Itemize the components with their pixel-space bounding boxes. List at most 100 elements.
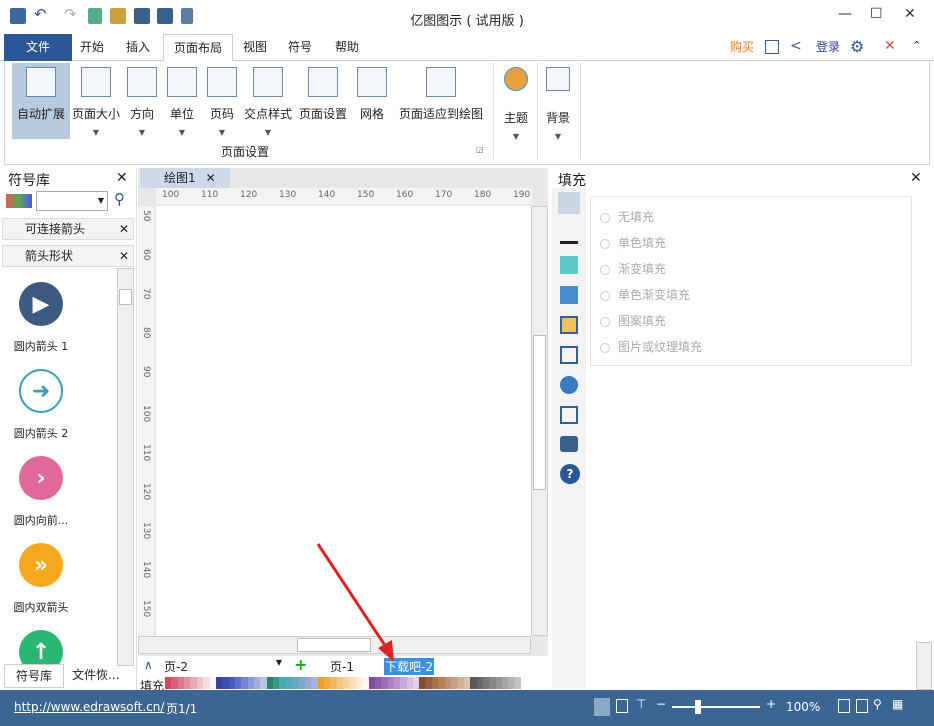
fill-option-gradient[interactable]: 渐变填充 <box>600 260 666 277</box>
settings-icon[interactable]: ⚙ <box>850 37 864 56</box>
fill-icon[interactable] <box>558 192 580 214</box>
zoom-in-button[interactable]: + <box>766 697 776 711</box>
vertical-scrollbar[interactable] <box>916 642 932 690</box>
chevron-up-icon[interactable]: ∧ <box>144 658 153 672</box>
maximize-button[interactable]: ☐ <box>870 6 883 22</box>
shadow-icon[interactable] <box>560 256 578 274</box>
page-setup-button[interactable]: 页面设置 <box>297 63 349 137</box>
zoom-out-button[interactable]: − <box>656 697 666 711</box>
grid-button[interactable]: 网格 <box>355 63 389 137</box>
close-icon[interactable]: ✕ <box>119 246 129 266</box>
fit-page-icon[interactable] <box>838 699 850 713</box>
document-tab[interactable]: 绘图1 ✕ <box>140 168 230 188</box>
login-link[interactable]: 登录 <box>806 34 850 61</box>
comment-icon[interactable] <box>560 436 578 452</box>
ruler-label: 100 <box>141 405 151 423</box>
fit-width-icon[interactable] <box>856 699 868 713</box>
symbol-item[interactable]: ➜ 圆内箭头 2 <box>0 369 82 441</box>
symbol-item[interactable]: » 圆内双箭头 <box>0 543 82 615</box>
zoom-level[interactable]: 100% <box>786 700 820 714</box>
close-icon[interactable]: ✕ <box>206 171 216 185</box>
color-swatch[interactable] <box>514 677 522 689</box>
normal-view-icon[interactable] <box>594 698 610 716</box>
page-select-value: 页-2 <box>164 660 188 674</box>
close-button[interactable]: ✕ <box>904 6 916 22</box>
tab-symbol[interactable]: 符号 <box>278 34 322 61</box>
close-icon[interactable]: ✕ <box>119 219 129 239</box>
label: 方向 <box>129 107 154 121</box>
arrow-circle-icon: ➜ <box>19 369 63 413</box>
horizontal-ruler: 100 110 120 130 140 150 160 170 180 190 <box>156 188 532 204</box>
search-icon[interactable]: ⚲ <box>114 190 125 208</box>
label: 页面设置 <box>298 107 347 121</box>
page-size-button[interactable]: 页面大小 ▼ <box>70 63 122 137</box>
zoom-icon[interactable]: ⚲ <box>873 697 882 711</box>
fit-to-drawing-button[interactable]: 页面适应到绘图 <box>397 63 485 137</box>
minimize-button[interactable]: — <box>838 6 852 22</box>
fill-option-none[interactable]: 无填充 <box>600 208 654 225</box>
crossover-style-button[interactable]: 交点样式 ▼ <box>243 63 293 137</box>
background-button[interactable]: 背景 ▼ <box>541 63 575 141</box>
search-input[interactable]: ▼ <box>36 191 108 211</box>
unit-button[interactable]: 单位 ▼ <box>165 63 199 137</box>
library-menu-icon[interactable] <box>6 194 32 208</box>
attachment-icon[interactable] <box>560 406 578 424</box>
fill-option-picture[interactable]: 图片或纹理填充 <box>600 338 702 355</box>
tab-start[interactable]: 开始 <box>70 34 114 61</box>
tab-page-layout[interactable]: 页面布局 <box>163 34 234 61</box>
color-palette[interactable] <box>165 677 522 689</box>
help-icon[interactable]: ? <box>560 464 580 484</box>
tab-insert[interactable]: 插入 <box>116 34 160 61</box>
menu-file[interactable]: 文件 <box>4 34 73 61</box>
dialog-launcher-icon[interactable]: ◲ <box>476 145 484 154</box>
buy-link[interactable]: 购买 <box>720 34 764 61</box>
presentation-icon[interactable]: ⊤ <box>636 697 646 711</box>
line-icon[interactable] <box>560 226 578 244</box>
page-select[interactable]: 页-2 ▼ <box>164 658 282 675</box>
status-bar: http://www.edrawsoft.cn/ 页1/1 ⊤ − + 100%… <box>0 690 934 726</box>
page-number-button[interactable]: 页码 ▼ <box>205 63 239 137</box>
symbol-library-pane: 符号库 ✕ ▼ ⚲ 可连接箭头 ✕ 箭头形状 ✕ ▶ 圆内箭头 1 ➜ 圆内箭头 2 ›… <box>0 168 137 690</box>
page-indicator: 页1/1 <box>166 702 198 716</box>
close-icon[interactable]: ✕ <box>910 170 922 186</box>
auto-expand-button[interactable]: 自动扩展 <box>12 63 70 139</box>
vertical-scrollbar[interactable] <box>531 206 548 636</box>
zoom-slider[interactable] <box>672 700 760 714</box>
fill-option-solid[interactable]: 单色填充 <box>600 234 666 251</box>
share-icon[interactable]: < <box>790 38 802 54</box>
page-size-icon <box>81 67 111 97</box>
library-item[interactable]: 可连接箭头 ✕ <box>2 218 134 240</box>
theme-button[interactable]: 主题 ▼ <box>499 63 533 141</box>
collapse-ribbon-icon[interactable]: ⌃ <box>912 39 921 52</box>
ruler-label: 140 <box>318 190 336 200</box>
fill-option-pattern[interactable]: 图案填充 <box>600 312 666 329</box>
tab-symbol-library[interactable]: 符号库 <box>4 664 64 688</box>
library-item[interactable]: 箭头形状 ✕ <box>2 245 134 267</box>
website-link[interactable]: http://www.edrawsoft.cn/ <box>14 700 164 714</box>
grid-toggle-icon[interactable]: ▦ <box>892 697 903 711</box>
window-title: 亿图图示 ( 试用版 ) <box>410 14 524 29</box>
symbol-item[interactable]: › 圆内向前... <box>0 456 82 528</box>
feedback-icon[interactable] <box>765 40 779 54</box>
symbol-item[interactable]: ▶ 圆内箭头 1 <box>0 282 82 354</box>
close-icon[interactable]: ✕ <box>116 170 128 186</box>
tab-file-recovery[interactable]: 文件恢... <box>72 664 119 688</box>
add-page-icon[interactable]: + <box>294 655 307 674</box>
orientation-button[interactable]: 方向 ▼ <box>125 63 159 137</box>
red-arrow-annotation <box>316 543 394 662</box>
image-icon[interactable] <box>560 286 578 304</box>
layer-icon[interactable] <box>560 316 578 334</box>
outline-view-icon[interactable] <box>616 699 628 713</box>
tab-view[interactable]: 视图 <box>233 34 277 61</box>
properties-icon[interactable] <box>560 346 578 364</box>
hyperlink-icon[interactable] <box>560 376 578 394</box>
tab-help[interactable]: 帮助 <box>325 34 369 61</box>
group-label: 页面设置 <box>220 145 269 159</box>
divider <box>493 63 494 159</box>
divider <box>537 63 538 159</box>
dropdown-icon: ▼ <box>218 128 226 137</box>
fill-option-single-gradient[interactable]: 单色渐变填充 <box>600 286 690 303</box>
page-number-icon <box>207 67 237 97</box>
label: 页码 <box>209 107 234 121</box>
vertical-scrollbar[interactable] <box>117 268 134 666</box>
